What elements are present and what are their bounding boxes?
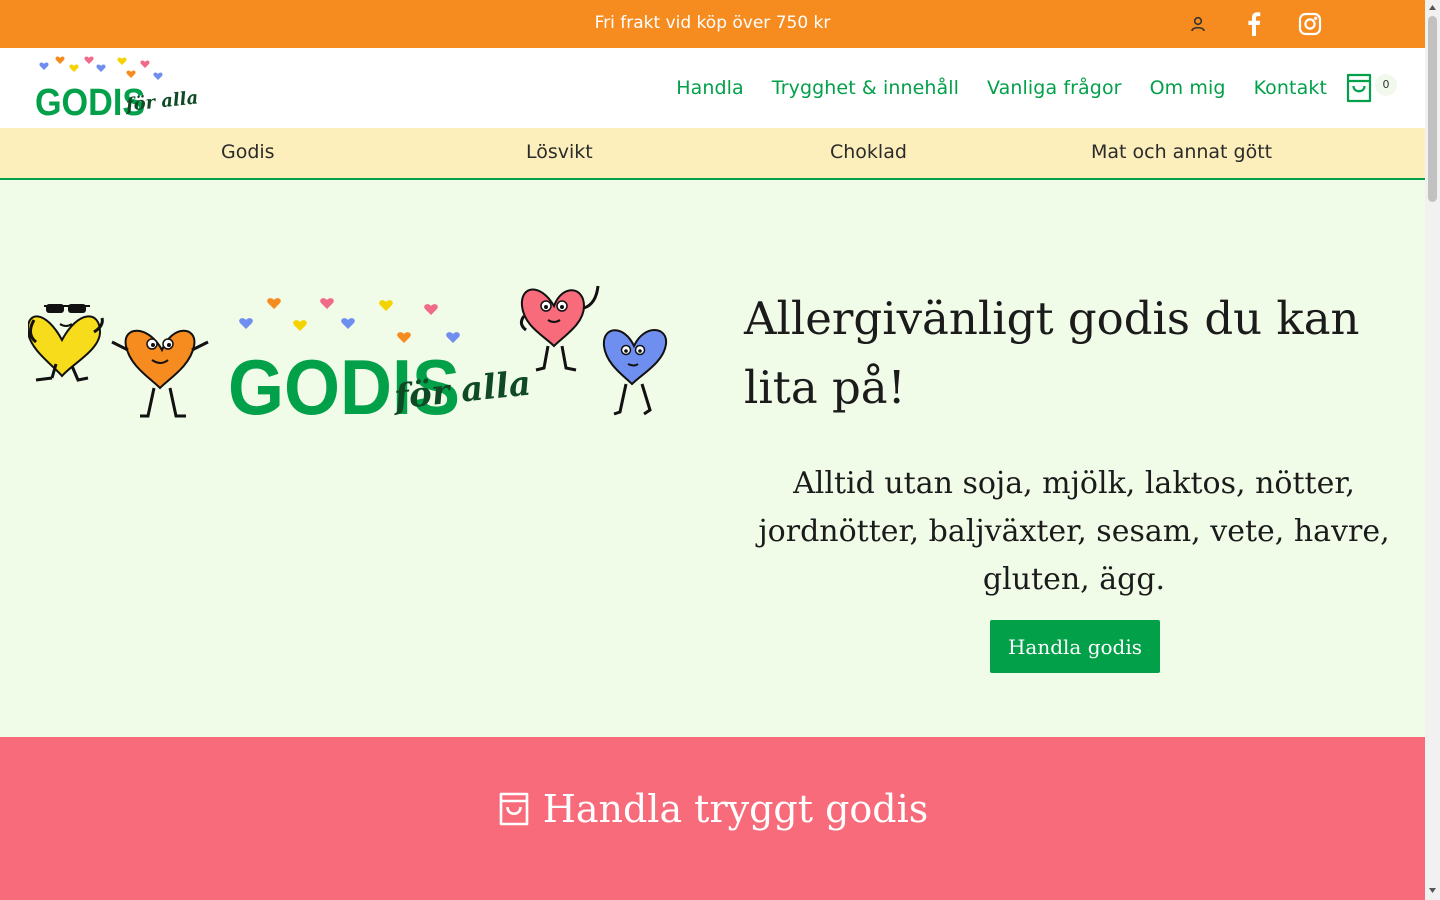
hero-section: GODIS för alla Allergivänligt godis du k…	[0, 180, 1425, 737]
hero-text: Allergivänligt godis du kan lita på! All…	[744, 284, 1404, 604]
pink-heart-character	[519, 285, 600, 372]
category-losvikt[interactable]: Lösvikt	[526, 128, 593, 178]
category-bar: Godis Lösvikt Choklad Mat och annat gött	[0, 128, 1425, 180]
category-mat-och-annat[interactable]: Mat och annat gött	[1091, 128, 1272, 178]
account-link[interactable]	[1183, 9, 1213, 39]
hero-illustration: GODIS för alla	[28, 285, 668, 431]
safe-candy-section: Handla tryggt godis	[0, 737, 1425, 900]
cart-count: 0	[1375, 74, 1397, 96]
logo-link[interactable]: GODIS för alla	[34, 56, 200, 123]
scrollbar-thumb[interactable]	[1428, 16, 1437, 202]
category-godis[interactable]: Godis	[221, 128, 275, 178]
user-icon	[1191, 16, 1205, 32]
blue-heart-character	[602, 329, 668, 416]
shopping-bag-icon	[1346, 73, 1372, 103]
cart-button[interactable]: 0	[1345, 70, 1401, 106]
scroll-down-arrow-icon[interactable]	[1428, 886, 1437, 895]
nav-item-kontakt[interactable]: Kontakt	[1254, 77, 1327, 99]
page: Fri frakt vid köp över 750 kr GODIS för …	[0, 0, 1425, 900]
announcement-bar: Fri frakt vid köp över 750 kr	[0, 0, 1425, 48]
facebook-icon	[1248, 12, 1261, 36]
section-title: Handla tryggt godis	[542, 787, 929, 831]
topbar-icons	[1183, 0, 1325, 48]
page-scrollbar[interactable]	[1425, 0, 1440, 900]
nav-item-om-mig[interactable]: Om mig	[1150, 77, 1226, 99]
instagram-link[interactable]	[1295, 9, 1325, 39]
shopping-bag-icon	[499, 792, 529, 826]
orange-heart-character	[111, 329, 209, 418]
hero-logo-hearts	[239, 298, 460, 343]
godis-for-alla-logo: GODIS för alla	[35, 56, 199, 123]
category-choklad[interactable]: Choklad	[830, 128, 907, 178]
shop-candy-button[interactable]: Handla godis	[990, 620, 1160, 673]
facebook-link[interactable]	[1239, 9, 1269, 39]
nav-item-handla[interactable]: Handla	[676, 77, 744, 99]
hero-subtitle: Alltid utan soja, mjölk, laktos, nötter,…	[758, 466, 1390, 597]
site-header: GODIS för alla Handla Trygghet & innehål…	[0, 48, 1425, 128]
scroll-up-arrow-icon[interactable]	[1428, 3, 1437, 12]
section-heading: Handla tryggt godis	[0, 787, 1425, 831]
instagram-icon	[1298, 12, 1322, 36]
main-nav: Handla Trygghet & innehåll Vanliga frågo…	[676, 48, 1327, 128]
nav-item-vanliga-fragor[interactable]: Vanliga frågor	[987, 77, 1122, 99]
yellow-heart-character	[28, 304, 104, 382]
nav-item-trygghet[interactable]: Trygghet & innehåll	[772, 77, 959, 99]
hero-title: Allergivänligt godis du kan lita på!	[744, 292, 1360, 414]
logo-hearts	[39, 56, 163, 80]
